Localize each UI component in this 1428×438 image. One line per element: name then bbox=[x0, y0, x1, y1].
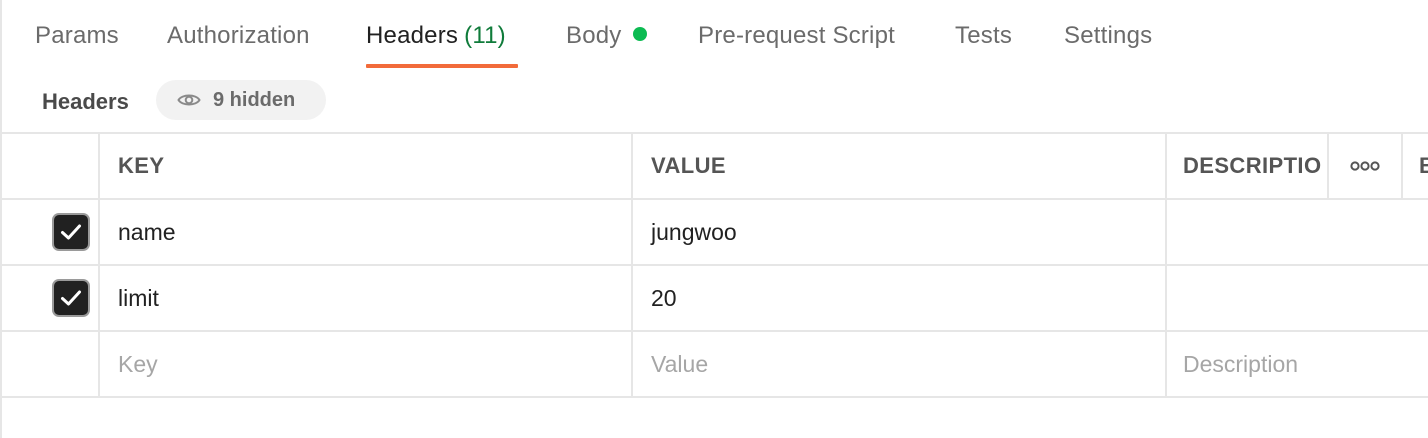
tab-tests[interactable]: Tests bbox=[955, 20, 1012, 52]
request-tabs: Params Authorization Headers (11) Body Pr… bbox=[2, 0, 1428, 72]
row-checkbox-cell bbox=[2, 332, 98, 396]
tab-authorization[interactable]: Authorization bbox=[167, 20, 310, 52]
tab-label: Headers bbox=[366, 22, 459, 49]
tab-headers[interactable]: Headers (11) bbox=[366, 20, 506, 52]
table-row: name jungwoo bbox=[2, 200, 1428, 266]
row-checkbox-cell bbox=[2, 200, 98, 264]
new-value-input[interactable] bbox=[651, 334, 1165, 395]
table-header-row: KEY VALUE DESCRIPTIO B bbox=[2, 134, 1428, 200]
hidden-count-label: 9 hidden bbox=[213, 88, 296, 111]
tab-settings[interactable]: Settings bbox=[1064, 20, 1152, 52]
header-value-field[interactable]: jungwoo bbox=[631, 200, 1165, 264]
tab-label: Authorization bbox=[167, 22, 310, 49]
checkmark-icon bbox=[61, 290, 81, 306]
new-key-cell bbox=[98, 332, 631, 396]
new-description-cell bbox=[1165, 332, 1428, 396]
headers-count-badge: (11) bbox=[464, 22, 506, 49]
checkbox-column-header bbox=[2, 134, 98, 198]
headers-table: KEY VALUE DESCRIPTIO B name bbox=[2, 132, 1428, 398]
tab-label: Pre-request Script bbox=[698, 22, 896, 49]
body-indicator-dot-icon bbox=[632, 27, 647, 41]
row-enabled-checkbox[interactable] bbox=[54, 215, 88, 249]
headers-panel: Params Authorization Headers (11) Body Pr… bbox=[0, 0, 1428, 438]
tab-label: Params bbox=[35, 22, 119, 49]
row-checkbox-cell bbox=[2, 266, 98, 330]
header-value-field[interactable]: 20 bbox=[631, 266, 1165, 330]
checkmark-icon bbox=[61, 224, 81, 240]
tab-pre-request-script[interactable]: Pre-request Script bbox=[698, 20, 895, 52]
bulk-edit-column-header[interactable]: B bbox=[1401, 134, 1428, 198]
row-enabled-checkbox[interactable] bbox=[54, 281, 88, 315]
description-column-header: DESCRIPTIO bbox=[1165, 134, 1327, 198]
more-options-icon[interactable] bbox=[1327, 134, 1401, 198]
eye-icon bbox=[176, 91, 202, 109]
new-description-input[interactable] bbox=[1183, 334, 1428, 395]
tab-params[interactable]: Params bbox=[35, 20, 119, 52]
header-key-field[interactable]: limit bbox=[98, 266, 631, 330]
new-value-cell bbox=[631, 332, 1165, 396]
new-key-input[interactable] bbox=[118, 334, 631, 395]
new-header-row bbox=[2, 332, 1428, 398]
active-tab-underline bbox=[366, 64, 518, 68]
header-description-field[interactable] bbox=[1165, 266, 1428, 330]
tab-body[interactable]: Body bbox=[566, 20, 647, 52]
tab-label: Settings bbox=[1064, 22, 1153, 49]
hidden-headers-toggle[interactable]: 9 hidden bbox=[156, 80, 326, 120]
section-title: Headers bbox=[42, 89, 129, 114]
header-key-field[interactable]: name bbox=[98, 200, 631, 264]
value-column-header: VALUE bbox=[631, 134, 1165, 198]
tab-label: Tests bbox=[955, 22, 1013, 49]
key-column-header: KEY bbox=[98, 134, 631, 198]
table-row: limit 20 bbox=[2, 266, 1428, 332]
tab-label: Body bbox=[566, 22, 622, 49]
header-description-field[interactable] bbox=[1165, 200, 1428, 264]
